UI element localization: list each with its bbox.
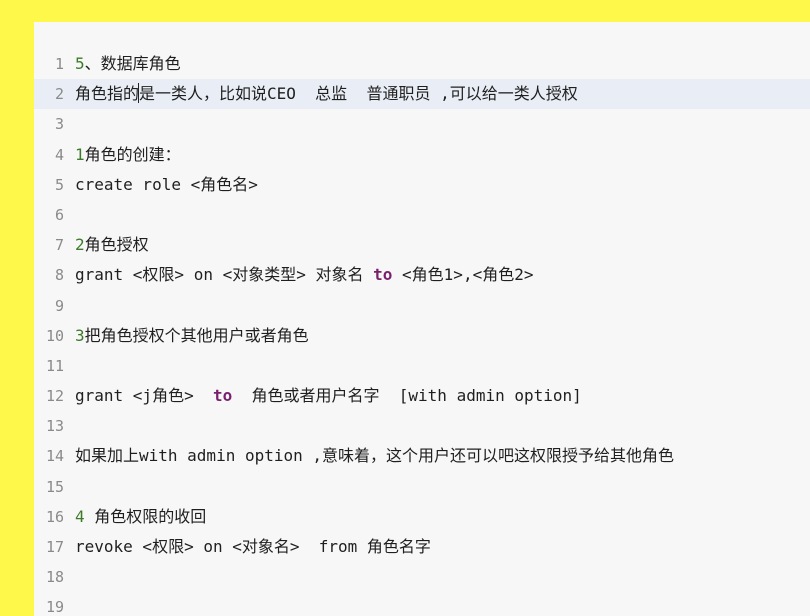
text-segment: 如果加上with admin option ,意味着，这个用户还可以吧这权限授予… — [75, 446, 675, 466]
editor-line[interactable]: 6 — [34, 200, 810, 230]
editor-line[interactable]: 9 — [34, 291, 810, 321]
line-number: 16 — [45, 507, 64, 526]
line-number: 17 — [45, 538, 64, 556]
keyword-token: to — [373, 265, 393, 285]
line-text: 3把角色授权个其他用户或者角色 — [75, 321, 309, 351]
text-editor[interactable]: 1 5、数据库角色 2 角色指的是一类人，比如说CEO 总监 普通职员 ,可以给一类人… — [34, 22, 810, 616]
line-number: 1 — [54, 55, 64, 73]
editor-line[interactable]: 12 grant <j角色> to 角色或者用户名字 [with admin op… — [34, 381, 810, 411]
number-token: 2 — [75, 235, 85, 255]
line-number: 19 — [45, 598, 64, 616]
text-segment: 角色权限的收回 — [84, 506, 207, 526]
editor-line[interactable]: 5 create role <角色名> — [34, 170, 810, 200]
line-text: 5、数据库角色 — [75, 49, 181, 79]
editor-line[interactable]: 17 revoke <权限> on <对象名> from 角色名字 — [34, 532, 810, 562]
editor-line[interactable]: 1 5、数据库角色 — [34, 49, 810, 79]
text-segment: 把角色授权个其他用户或者角色 — [84, 325, 309, 345]
line-number: 15 — [45, 477, 64, 496]
text-segment: 、数据库角色 — [84, 54, 181, 73]
editor-line[interactable]: 3 — [34, 109, 810, 139]
text-segment: 角色授权 — [84, 235, 149, 255]
number-token: 3 — [75, 325, 85, 345]
line-number: 7 — [54, 236, 64, 255]
line-text: 2角色授权 — [75, 230, 149, 260]
text-segment: grant <j角色> — [75, 386, 213, 406]
text-segment: 角色的创建： — [84, 144, 181, 164]
editor-line[interactable]: 14 如果加上with admin option ,意味着，这个用户还可以吧这权限… — [34, 441, 810, 471]
text-segment: revoke <权限> on <对象名> from 角色名字 — [75, 537, 431, 556]
line-number: 4 — [54, 145, 64, 164]
code-lines[interactable]: 1 5、数据库角色 2 角色指的是一类人，比如说CEO 总监 普通职员 ,可以给一类人… — [34, 49, 810, 616]
text-segment: grant <权限> on <对象类型> 对象名 — [75, 265, 374, 285]
line-text: create role <角色名> — [75, 170, 258, 200]
line-number: 18 — [45, 568, 64, 587]
line-text: 1角色的创建： — [75, 140, 181, 170]
line-number: 11 — [45, 356, 64, 375]
editor-line[interactable]: 7 2角色授权 — [34, 230, 810, 260]
editor-line[interactable]: 2 角色指的是一类人，比如说CEO 总监 普通职员 ,可以给一类人授权 — [34, 79, 810, 110]
number-token: 5 — [75, 54, 85, 73]
line-number: 13 — [45, 417, 64, 436]
number-token: 4 — [75, 506, 85, 526]
number-token: 1 — [75, 144, 85, 164]
line-number: 6 — [54, 205, 64, 224]
text-segment: 是一类人，比如说CEO 总监 普通职员 ,可以给一类人授权 — [139, 84, 578, 104]
line-number: 14 — [45, 447, 64, 466]
line-number: 5 — [54, 175, 64, 194]
editor-line[interactable]: 15 — [34, 472, 810, 502]
line-number: 3 — [54, 115, 64, 134]
editor-line[interactable]: 13 — [34, 411, 810, 441]
line-text: 4 角色权限的收回 — [75, 502, 206, 532]
text-segment: 角色指的 — [75, 84, 140, 104]
line-text: 如果加上with admin option ,意味着，这个用户还可以吧这权限授予… — [75, 441, 674, 471]
editor-line[interactable]: 4 1角色的创建： — [34, 140, 810, 170]
line-text: grant <权限> on <对象类型> 对象名 to <角色1>,<角色2> — [75, 260, 533, 290]
line-text: revoke <权限> on <对象名> from 角色名字 — [75, 532, 431, 562]
editor-line[interactable]: 19 — [34, 592, 810, 616]
editor-line[interactable]: 16 4 角色权限的收回 — [34, 502, 810, 532]
line-number: 9 — [54, 296, 64, 315]
editor-line[interactable]: 10 3把角色授权个其他用户或者角色 — [34, 321, 810, 351]
line-text: grant <j角色> to 角色或者用户名字 [with admin opti… — [75, 381, 582, 411]
editor-line[interactable]: 11 — [34, 351, 810, 381]
editor-line[interactable]: 18 — [34, 562, 810, 592]
line-number: 12 — [45, 387, 64, 406]
keyword-token: to — [212, 386, 233, 406]
text-segment: <角色1>,<角色2> — [392, 265, 534, 285]
line-number: 8 — [54, 266, 64, 285]
text-segment: create role <角色名> — [75, 174, 258, 194]
editor-line[interactable]: 8 grant <权限> on <对象类型> 对象名 to <角色1>,<角色2> — [34, 260, 810, 290]
line-number: 10 — [45, 326, 64, 345]
text-segment: 角色或者用户名字 [with admin option] — [232, 386, 582, 406]
line-text: 角色指的是一类人，比如说CEO 总监 普通职员 ,可以给一类人授权 — [75, 79, 578, 109]
line-number: 2 — [54, 85, 64, 104]
